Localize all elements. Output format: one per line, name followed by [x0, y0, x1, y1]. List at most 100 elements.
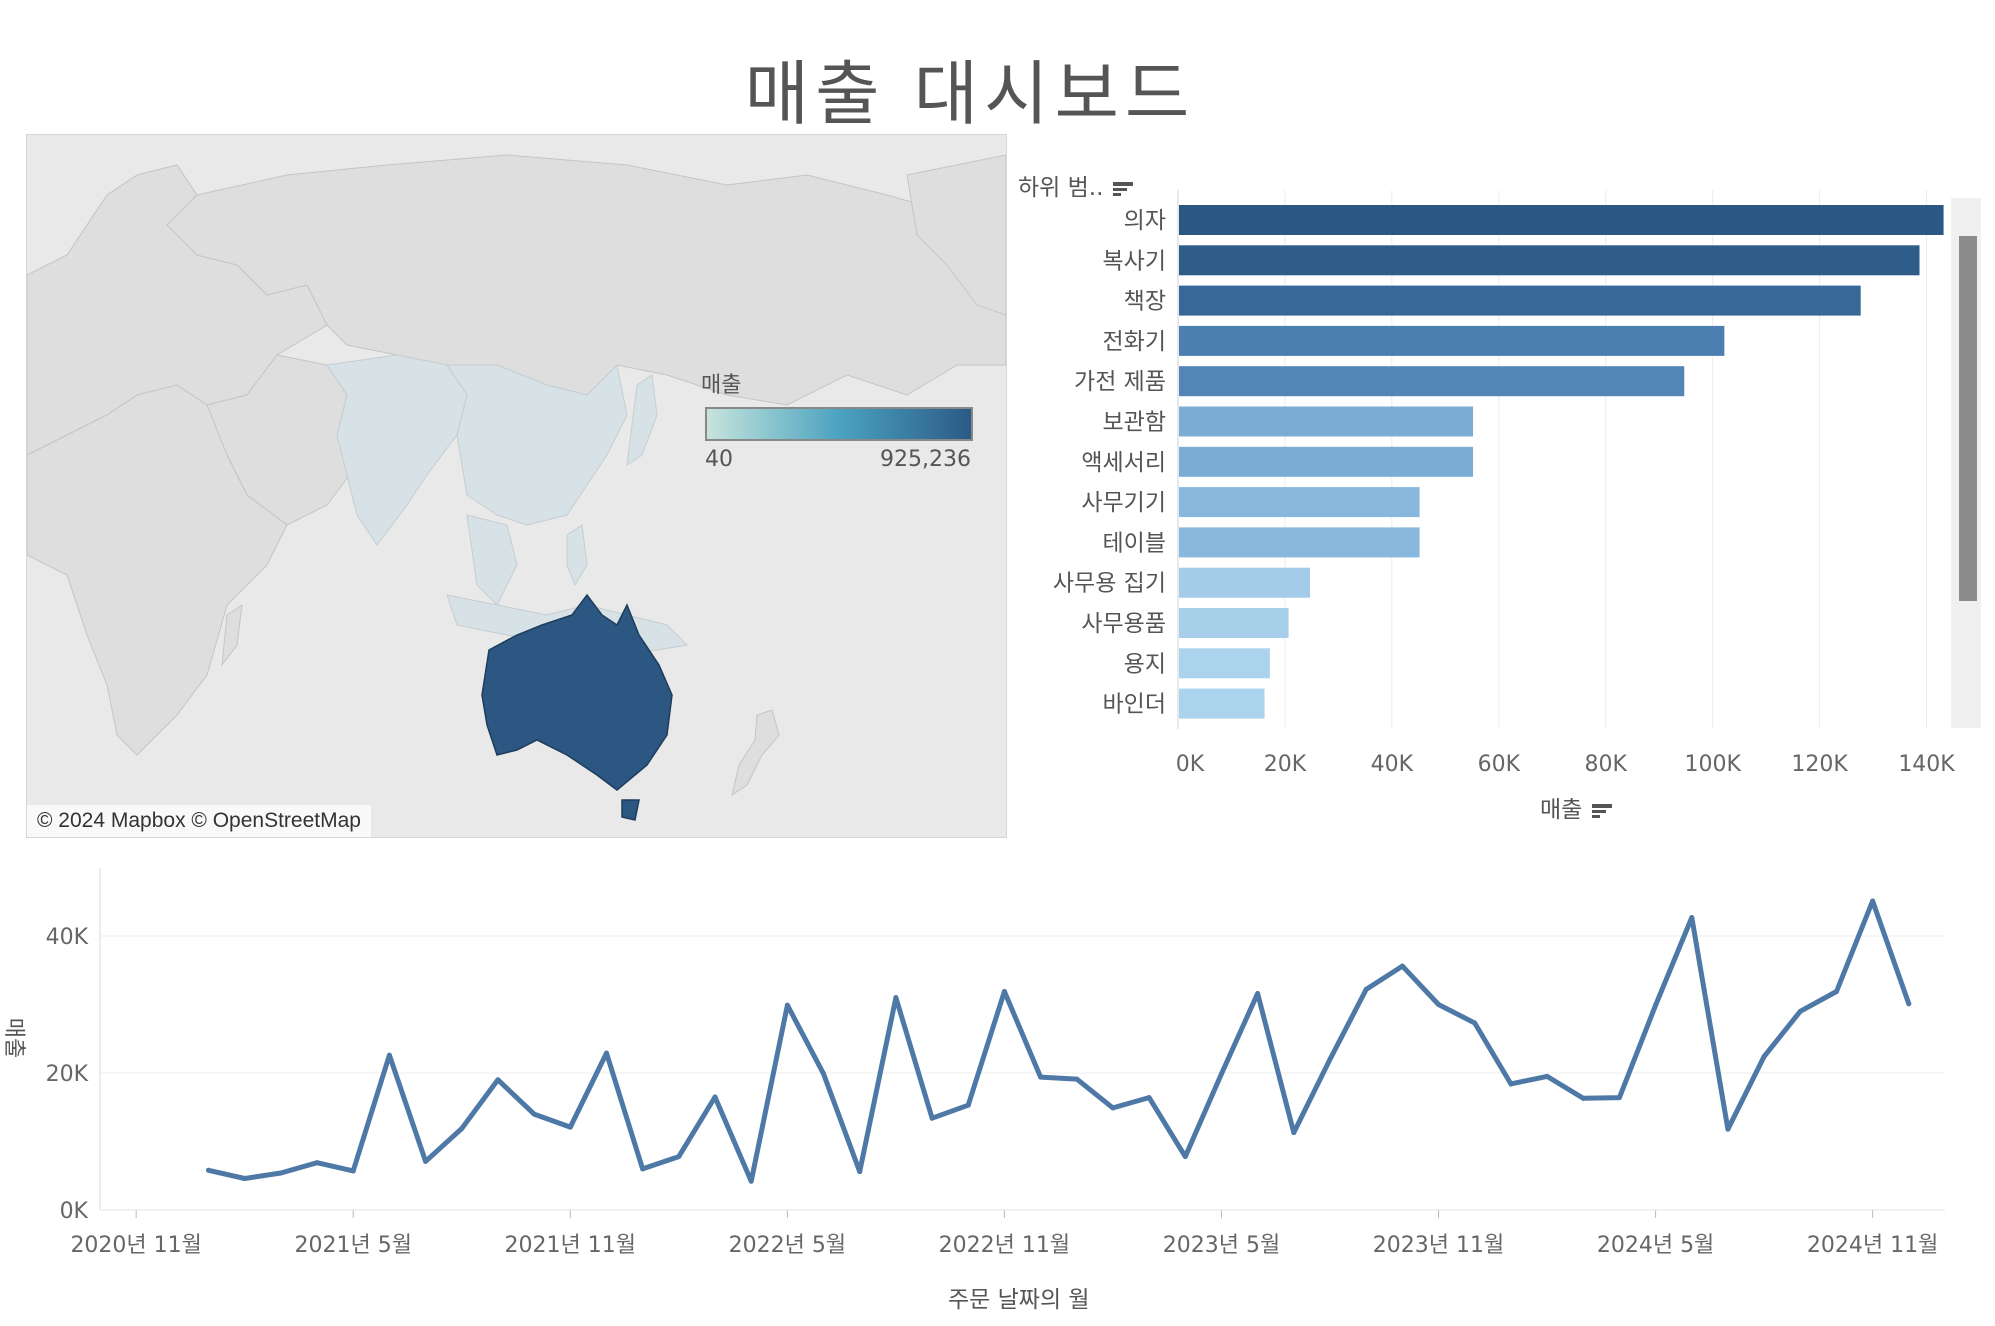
bar-mark[interactable] [1179, 245, 1920, 276]
bar-mark[interactable] [1179, 406, 1474, 437]
line-point[interactable] [350, 1168, 356, 1174]
sales-map[interactable]: 매출 40 925,236 © 2024 Mapbox © OpenStreet… [26, 134, 1007, 838]
map-legend-min: 40 [705, 447, 733, 472]
line-point[interactable] [423, 1158, 429, 1164]
bar-category-label[interactable]: 복사기 [1103, 248, 1166, 274]
line-point[interactable] [495, 1077, 501, 1083]
bar-x-tick-label: 100K [1684, 752, 1741, 777]
line-y-tick-label: 0K [60, 1199, 89, 1224]
line-point[interactable] [1544, 1073, 1550, 1079]
line-y-tick-label: 40K [46, 925, 89, 950]
bar-x-tick-label: 40K [1371, 752, 1414, 777]
line-point[interactable] [1472, 1020, 1478, 1026]
map-attribution[interactable]: © 2024 Mapbox © OpenStreetMap [27, 805, 371, 837]
line-point[interactable] [1110, 1105, 1116, 1111]
bar-x-tick-label: 20K [1264, 752, 1307, 777]
line-x-tick-label: 2021년 5월 [295, 1233, 412, 1258]
line-point[interactable] [676, 1154, 682, 1160]
line-point[interactable] [1074, 1076, 1080, 1082]
bar-mark[interactable] [1179, 325, 1725, 356]
line-x-tick-label: 2021년 11월 [505, 1233, 636, 1258]
bar-category-label[interactable]: 바인더 [1103, 692, 1166, 718]
bar-mark[interactable] [1179, 688, 1265, 719]
bar-category-label[interactable]: 책장 [1124, 289, 1166, 315]
bar-category-label[interactable]: 사무용품 [1081, 611, 1166, 637]
line-point[interactable] [712, 1094, 718, 1100]
line-point[interactable] [531, 1111, 537, 1117]
bar-mark[interactable] [1179, 205, 1944, 235]
line-point[interactable] [1255, 991, 1261, 997]
line-point[interactable] [748, 1178, 754, 1184]
map-legend-gradient [705, 407, 973, 441]
bar-chart[interactable]: 0K 20K 40K 60K 80K 100K 120K 140K 의자복사기책장전화기가전 제… [1000, 190, 1995, 830]
map-legend-max: 925,236 [880, 447, 971, 472]
line-point[interactable] [1725, 1126, 1731, 1132]
line-x-axis-title: 주문 날짜의 월 [948, 1287, 1090, 1313]
line-chart[interactable]: 0K 20K 40K 2020년 11월 2021년 5월 2021년 11월 2022년 … [0, 840, 1995, 1310]
line-point[interactable] [857, 1169, 863, 1175]
line-point[interactable] [1906, 1001, 1912, 1007]
bar-category-label[interactable]: 테이블 [1103, 530, 1166, 556]
line-point[interactable] [242, 1175, 248, 1181]
bar-value-axis-label: 매출 [1540, 797, 1583, 823]
line-point[interactable] [603, 1050, 609, 1056]
line-point[interactable] [1761, 1054, 1767, 1060]
map-legend-title: 매출 [701, 373, 742, 398]
bar-value-axis-title[interactable]: 매출 [1540, 790, 1614, 824]
line-point[interactable] [1436, 1001, 1442, 1007]
line-point[interactable] [640, 1166, 646, 1172]
line-point[interactable] [784, 1002, 790, 1008]
line-point[interactable] [567, 1124, 573, 1130]
line-point[interactable] [929, 1115, 935, 1121]
bar-category-label[interactable]: 사무기기 [1081, 490, 1166, 516]
bar-category-label[interactable]: 사무용 집기 [1053, 571, 1166, 597]
line-point[interactable] [386, 1052, 392, 1058]
bar-mark[interactable] [1179, 366, 1685, 397]
line-point[interactable] [1508, 1081, 1514, 1087]
line-x-tick-label: 2024년 11월 [1807, 1233, 1938, 1258]
line-x-tick-label: 2023년 11월 [1373, 1233, 1504, 1258]
line-point[interactable] [206, 1167, 212, 1173]
line-point[interactable] [1218, 1071, 1224, 1077]
line-point[interactable] [459, 1125, 465, 1131]
line-point[interactable] [1291, 1130, 1297, 1136]
bar-category-label[interactable]: 의자 [1124, 208, 1166, 234]
line-point[interactable] [1182, 1154, 1188, 1160]
line-point[interactable] [1038, 1074, 1044, 1080]
bar-category-label[interactable]: 보관함 [1103, 410, 1166, 436]
line-point[interactable] [1327, 1056, 1333, 1062]
bar-mark[interactable] [1179, 446, 1474, 477]
bar-chart-scrollbar-thumb[interactable] [1959, 236, 1977, 601]
bar-category-label[interactable]: 용지 [1124, 651, 1166, 677]
line-point[interactable] [1616, 1095, 1622, 1101]
line-point[interactable] [1001, 988, 1007, 994]
bar-mark[interactable] [1179, 567, 1310, 598]
bar-mark[interactable] [1179, 527, 1420, 558]
bar-category-label[interactable]: 액세서리 [1081, 450, 1166, 476]
bar-category-label[interactable]: 전화기 [1103, 329, 1166, 355]
line-point[interactable] [965, 1102, 971, 1108]
sort-descending-icon[interactable] [1590, 801, 1614, 821]
bar-mark[interactable] [1179, 648, 1270, 679]
bar-chart-scrollbar[interactable] [1951, 198, 1981, 728]
line-point[interactable] [1689, 914, 1695, 920]
line-point[interactable] [1580, 1095, 1586, 1101]
map-canvas[interactable] [27, 135, 1006, 837]
line-point[interactable] [1363, 986, 1369, 992]
line-point[interactable] [278, 1170, 284, 1176]
line-point[interactable] [1146, 1095, 1152, 1101]
line-series[interactable] [206, 898, 1912, 1184]
line-point[interactable] [893, 995, 899, 1001]
bar-mark[interactable] [1179, 285, 1861, 316]
line-x-tick-label: 2020년 11월 [70, 1233, 201, 1258]
line-point[interactable] [1870, 898, 1876, 904]
line-point[interactable] [1653, 1002, 1659, 1008]
line-point[interactable] [821, 1071, 827, 1077]
bar-mark[interactable] [1179, 487, 1420, 518]
bar-category-label[interactable]: 가전 제품 [1074, 369, 1166, 395]
line-point[interactable] [1797, 1008, 1803, 1014]
line-point[interactable] [314, 1160, 320, 1166]
bar-mark[interactable] [1179, 608, 1289, 638]
line-point[interactable] [1833, 988, 1839, 994]
line-point[interactable] [1399, 963, 1405, 969]
